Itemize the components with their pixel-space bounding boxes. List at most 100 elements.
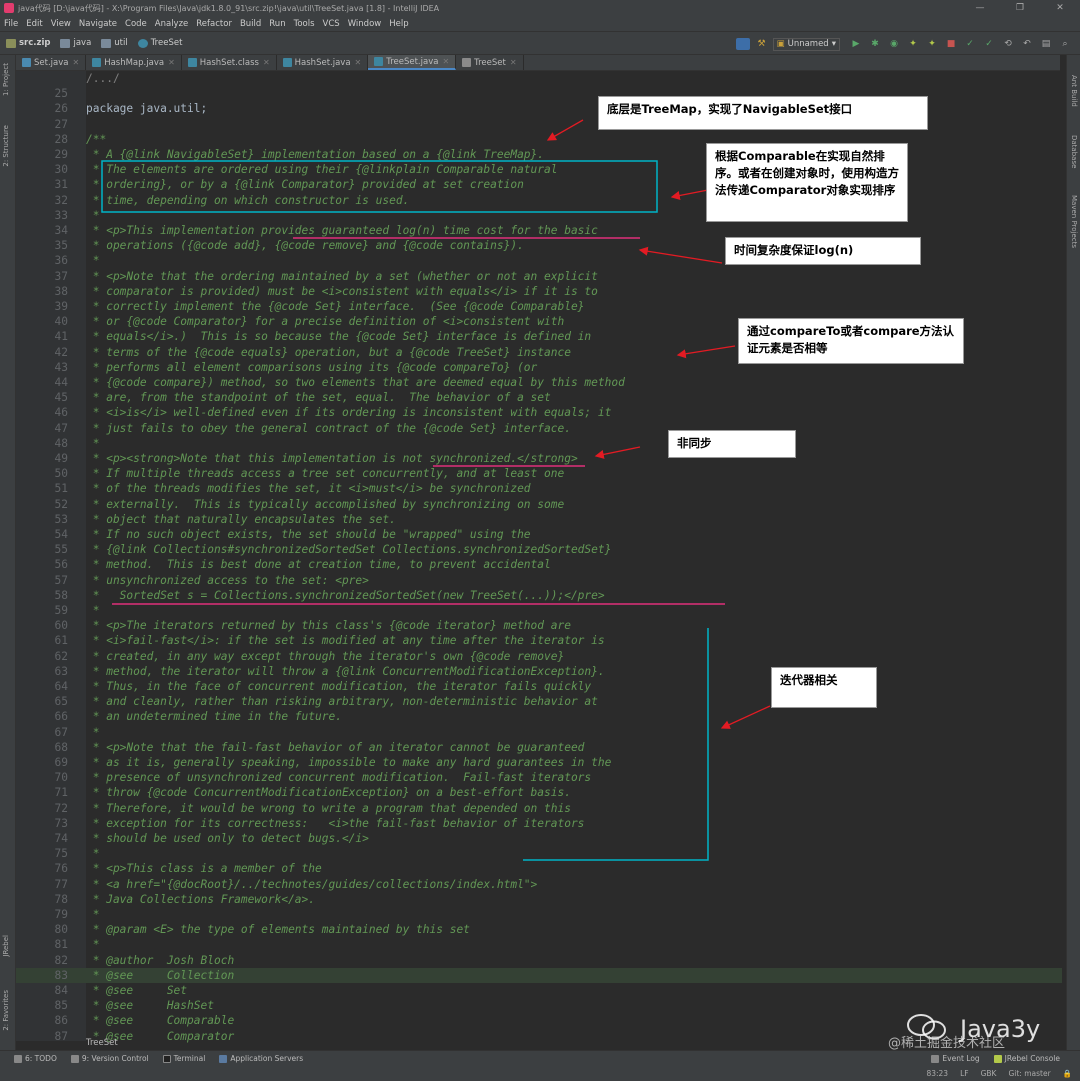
code-line[interactable]: 64 * Thus, in the face of concurrent mod… <box>16 679 1062 694</box>
tool-application-servers[interactable]: Application Servers <box>219 1054 303 1063</box>
menu-code[interactable]: Code <box>125 19 147 29</box>
code-line[interactable]: 83 * @see Collection <box>16 967 1062 983</box>
menu-edit[interactable]: Edit <box>26 19 42 29</box>
run-configuration-select[interactable]: ▣ Unnamed ▾ <box>772 37 840 51</box>
tool-event-log[interactable]: Event Log <box>931 1054 980 1063</box>
code-line[interactable]: 39 * correctly implement the {@code Set}… <box>16 299 1062 314</box>
code-line[interactable]: 34 * <p>This implementation provides gua… <box>16 223 1062 238</box>
tool-ant-build[interactable]: Ant Build <box>1070 75 1078 107</box>
debug-icon[interactable]: ✱ <box>868 38 882 50</box>
tab-hashmap-java[interactable]: HashMap.java ✕ <box>86 55 182 70</box>
code-line[interactable]: 45 * are, from the standpoint of the set… <box>16 390 1062 405</box>
code-line[interactable]: 54 * If no such object exists, the set s… <box>16 527 1062 542</box>
file-encoding[interactable]: GBK <box>981 1069 997 1078</box>
code-line[interactable]: 38 * comparator is provided) must be <i>… <box>16 284 1062 299</box>
line-separator[interactable]: LF <box>960 1069 969 1078</box>
code-line[interactable]: 72 * Therefore, it would be wrong to wri… <box>16 801 1062 816</box>
tab-set-java[interactable]: Set.java ✕ <box>16 55 87 70</box>
code-line[interactable]: 47 * just fails to obey the general cont… <box>16 421 1062 436</box>
code-line[interactable]: 46 * <i>is</i> well-defined even if its … <box>16 405 1062 420</box>
tool-favorites[interactable]: 2: Favorites <box>2 990 10 1031</box>
code-line[interactable]: 53 * object that naturally encapsulates … <box>16 512 1062 527</box>
code-line[interactable]: 80 * @param <E> the type of elements mai… <box>16 922 1062 937</box>
code-line[interactable]: 69 * as it is, generally speaking, impos… <box>16 755 1062 770</box>
maximize-button[interactable]: ❐ <box>1000 0 1040 16</box>
jrebel-debug-icon[interactable]: ✦ <box>925 38 939 50</box>
stop-icon[interactable]: ■ <box>944 38 958 50</box>
tool-project[interactable]: 1: Project <box>2 63 10 96</box>
vcs-update-icon[interactable]: ✓ <box>963 38 977 50</box>
code-line[interactable]: 63 * method, the iterator will throw a {… <box>16 664 1062 679</box>
code-line[interactable]: 76 * <p>This class is a member of the <box>16 861 1062 876</box>
code-line[interactable]: 62 * created, in any way except through … <box>16 649 1062 664</box>
history-icon[interactable]: ⟲ <box>1001 38 1015 50</box>
breadcrumb-util[interactable]: util <box>101 38 128 48</box>
search-everywhere-icon[interactable]: ⌕ <box>1058 38 1072 50</box>
lock-icon[interactable]: 🔒 <box>1063 1069 1072 1078</box>
breadcrumb-java[interactable]: java <box>60 38 91 48</box>
tab-treeset-java[interactable]: TreeSet.java ✕ <box>368 55 457 70</box>
code-line[interactable]: 52 * externally. This is typically accom… <box>16 497 1062 512</box>
menu-file[interactable]: File <box>4 19 18 29</box>
code-line[interactable]: 77 * <a href="{@docRoot}/../technotes/gu… <box>16 877 1062 892</box>
close-icon[interactable]: ✕ <box>442 57 449 66</box>
code-line[interactable]: 71 * throw {@code ConcurrentModification… <box>16 785 1062 800</box>
code-line[interactable]: 60 * <p>The iterators returned by this c… <box>16 618 1062 633</box>
code-line[interactable]: 74 * should be used only to detect bugs.… <box>16 831 1062 846</box>
code-line[interactable]: 70 * presence of unsynchronized concurre… <box>16 770 1062 785</box>
tab-hashset-java[interactable]: HashSet.java ✕ <box>277 55 369 70</box>
close-icon[interactable]: ✕ <box>510 58 517 67</box>
code-line[interactable]: 85 * @see HashSet <box>16 998 1062 1013</box>
code-line[interactable]: 68 * <p>Note that the fail-fast behavior… <box>16 740 1062 755</box>
structure-icon[interactable]: ▤ <box>1039 38 1053 50</box>
code-line[interactable]: 61 * <i>fail-fast</i>: if the set is mod… <box>16 633 1062 648</box>
editor-breadcrumb[interactable]: TreeSet <box>86 1038 118 1048</box>
close-icon[interactable]: ✕ <box>355 58 362 67</box>
tool-jrebel[interactable]: JRebel <box>2 935 10 957</box>
tool-structure[interactable]: 2: Structure <box>2 125 10 167</box>
jrebel-run-icon[interactable]: ✦ <box>906 38 920 50</box>
breadcrumb-treeset[interactable]: TreeSet <box>137 38 182 48</box>
breadcrumb-src-zip[interactable]: src.zip <box>6 38 50 48</box>
code-line[interactable]: 66 * an undetermined time in the future. <box>16 709 1062 724</box>
code-line[interactable]: 57 * unsynchronized access to the set: <… <box>16 573 1062 588</box>
menu-view[interactable]: View <box>51 19 71 29</box>
revert-icon[interactable]: ↶ <box>1020 38 1034 50</box>
tool-jrebel-console[interactable]: JRebel Console <box>993 1054 1060 1063</box>
build-icon[interactable]: ⚒ <box>755 38 769 50</box>
code-line[interactable]: 58 * SortedSet s = Collections.synchroni… <box>16 588 1062 603</box>
code-line[interactable]: 84 * @see Set <box>16 983 1062 998</box>
tool-todo[interactable]: 6: TODO <box>14 1054 57 1063</box>
code-line[interactable]: 44 * {@code compare}) method, so two ele… <box>16 375 1062 390</box>
project-structure-icon[interactable] <box>735 38 750 50</box>
git-branch[interactable]: Git: master <box>1008 1069 1050 1078</box>
code-line[interactable]: 75 * <box>16 846 1062 861</box>
close-icon[interactable]: ✕ <box>263 58 270 67</box>
code-line[interactable]: 56 * method. This is best done at creati… <box>16 557 1062 572</box>
run-icon[interactable]: ▶ <box>849 38 863 50</box>
menu-refactor[interactable]: Refactor <box>196 19 232 29</box>
code-line[interactable]: 37 * <p>Note that the ordering maintaine… <box>16 269 1062 284</box>
menu-help[interactable]: Help <box>389 19 408 29</box>
code-line[interactable]: 78 * Java Collections Framework</a>. <box>16 892 1062 907</box>
tab-treeset-hierarchy[interactable]: TreeSet ✕ <box>456 55 524 70</box>
tool-database[interactable]: Database <box>1070 135 1078 168</box>
code-line[interactable]: 81 * <box>16 937 1062 952</box>
menu-navigate[interactable]: Navigate <box>79 19 117 29</box>
close-button[interactable]: ✕ <box>1040 0 1080 16</box>
vcs-commit-icon[interactable]: ✓ <box>982 38 996 50</box>
menu-window[interactable]: Window <box>348 19 382 29</box>
code-line[interactable]: 48 * <box>16 436 1062 451</box>
tool-maven-projects[interactable]: Maven Projects <box>1070 195 1078 248</box>
tool-terminal[interactable]: Terminal <box>162 1054 205 1063</box>
minimize-button[interactable]: — <box>960 0 1000 16</box>
tab-hashset-class[interactable]: HashSet.class ✕ <box>182 55 277 70</box>
code-line[interactable]: 51 * of the threads modifies the set, it… <box>16 481 1062 496</box>
coverage-icon[interactable]: ◉ <box>887 38 901 50</box>
menu-tools[interactable]: Tools <box>294 19 315 29</box>
menu-build[interactable]: Build <box>240 19 261 29</box>
menu-run[interactable]: Run <box>269 19 285 29</box>
menu-vcs[interactable]: VCS <box>323 19 340 29</box>
close-icon[interactable]: ✕ <box>72 58 79 67</box>
code-line[interactable]: 65 * and cleanly, rather than risking ar… <box>16 694 1062 709</box>
